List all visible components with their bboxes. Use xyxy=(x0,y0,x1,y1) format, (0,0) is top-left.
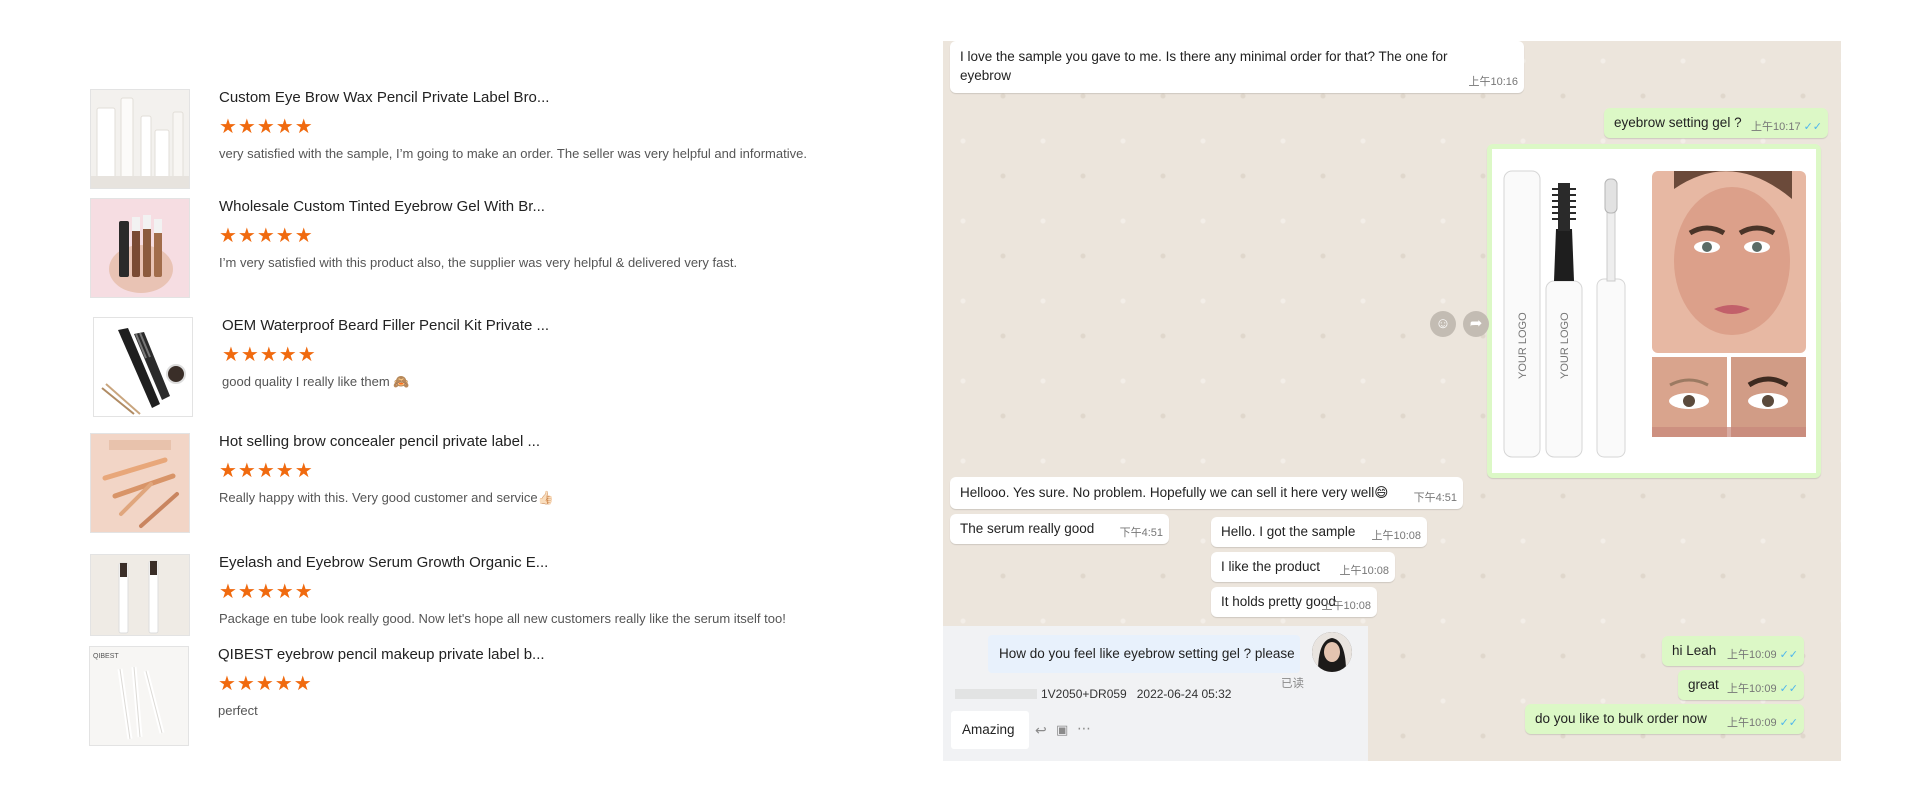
message-time: 上午10:17 ✓✓ xyxy=(1751,121,1822,133)
emoji-react-icon[interactable]: ☺ xyxy=(1430,311,1456,337)
review-item: Eyelash and Eyebrow Serum Growth Organic… xyxy=(90,554,910,636)
product-thumbnail[interactable]: QIBEST xyxy=(89,646,189,746)
rating-stars: ★★★★★ xyxy=(219,460,314,482)
message-text: It holds pretty good xyxy=(1221,594,1336,609)
message-text: eyebrow xyxy=(960,68,1012,83)
incoming-message: I love the sample you gave to me. Is the… xyxy=(950,41,1524,93)
screenshot-stage: Custom Eye Brow Wax Pencil Private Label… xyxy=(0,0,1920,800)
message-text: do you like to bulk order now xyxy=(1535,711,1707,726)
rating-stars: ★★★★★ xyxy=(219,116,314,138)
read-ticks-icon: ✓✓ xyxy=(1803,121,1822,133)
rating-stars: ★★★★★ xyxy=(222,344,317,366)
message-text: Hello. I got the sample xyxy=(1221,524,1356,539)
product-title[interactable]: OEM Waterproof Beard Filler Pencil Kit P… xyxy=(222,317,549,334)
message-text: great xyxy=(1688,677,1719,692)
product-thumbnail[interactable] xyxy=(90,89,190,189)
message-time: 下午4:51 xyxy=(1119,527,1163,539)
message-time: 上午10:09 ✓✓ xyxy=(1727,683,1798,695)
svg-text:YOUR LOGO: YOUR LOGO xyxy=(1559,312,1571,379)
incoming-message: Hello. I got the sample 上午10:08 xyxy=(1211,517,1427,547)
reply-bubble: Amazing xyxy=(951,711,1029,749)
product-title[interactable]: QIBEST eyebrow pencil makeup private lab… xyxy=(218,646,545,663)
product-thumbnail[interactable] xyxy=(90,198,190,298)
review-item: QIBEST QIBEST eyebrow pencil makeup priv… xyxy=(89,646,909,746)
message-text: hi Leah xyxy=(1672,643,1717,658)
message-text: eyebrow setting gel ? xyxy=(1614,115,1742,130)
read-ticks-icon: ✓✓ xyxy=(1779,683,1798,695)
read-ticks-icon: ✓✓ xyxy=(1779,649,1798,661)
message-time: 上午10:08 xyxy=(1321,600,1371,612)
rating-stars: ★★★★★ xyxy=(219,581,314,603)
incoming-message: Hellooo. Yes sure. No problem. Hopefully… xyxy=(950,477,1463,509)
rating-stars: ★★★★★ xyxy=(218,673,313,695)
review-text: I’m very satisfied with this product als… xyxy=(219,255,738,270)
product-thumbnail[interactable] xyxy=(90,433,190,533)
message-time: 下午4:51 xyxy=(1413,492,1457,504)
review-item: Hot selling brow concealer pencil privat… xyxy=(90,433,910,533)
message-text: How do you feel like eyebrow setting gel… xyxy=(999,646,1295,661)
review-text: good quality I really like them 🙈 xyxy=(222,374,410,389)
avatar[interactable] xyxy=(1312,632,1352,672)
outgoing-message: eyebrow setting gel ? 上午10:17 ✓✓ xyxy=(1604,108,1828,138)
product-thumbnail[interactable] xyxy=(90,554,190,636)
review-item: Custom Eye Brow Wax Pencil Private Label… xyxy=(90,89,910,189)
product-title[interactable]: Hot selling brow concealer pencil privat… xyxy=(219,433,540,450)
product-title[interactable]: Wholesale Custom Tinted Eyebrow Gel With… xyxy=(219,198,545,215)
review-text: very satisfied with the sample, I’m goin… xyxy=(219,146,807,161)
message-text: The serum really good xyxy=(960,521,1095,536)
forward-icon[interactable]: ➦ xyxy=(1463,311,1489,337)
message-time: 上午10:16 xyxy=(1468,76,1518,88)
read-ticks-icon: ✓✓ xyxy=(1779,717,1798,729)
more-options-icon[interactable]: ⋯ xyxy=(1077,720,1091,737)
product-title[interactable]: Eyelash and Eyebrow Serum Growth Organic… xyxy=(219,554,548,571)
sender-meta: 1V2050+DR059 2022-06-24 05:32 xyxy=(1041,687,1232,701)
message-text: I love the sample you gave to me. Is the… xyxy=(960,49,1448,64)
svg-text:YOUR LOGO: YOUR LOGO xyxy=(1517,312,1529,379)
read-status: 已读 xyxy=(1281,678,1304,690)
product-thumbnail[interactable] xyxy=(93,317,193,417)
redacted-sender-name xyxy=(955,689,1037,699)
message-text: I like the product xyxy=(1221,559,1321,574)
message-time: 上午10:09 ✓✓ xyxy=(1727,717,1798,729)
quote-icon[interactable]: ▣ xyxy=(1056,722,1068,738)
outgoing-message: great 上午10:09 ✓✓ xyxy=(1678,670,1804,700)
incoming-message: The serum really good 下午4:51 xyxy=(950,514,1169,544)
reply-icon[interactable]: ↩ xyxy=(1035,722,1047,739)
message-time: 上午10:08 xyxy=(1371,530,1421,542)
sent-question-bubble: How do you feel like eyebrow setting gel… xyxy=(988,635,1300,673)
product-photo: YOUR LOGO YOUR LOGO xyxy=(1492,149,1816,473)
message-text: Amazing xyxy=(962,722,1015,737)
outgoing-message: hi Leah 上午10:09 ✓✓ xyxy=(1662,636,1804,666)
review-item: Wholesale Custom Tinted Eyebrow Gel With… xyxy=(90,198,910,298)
message-time: 上午10:08 xyxy=(1339,565,1389,577)
svg-text:QIBEST: QIBEST xyxy=(93,653,119,660)
image-message[interactable]: YOUR LOGO YOUR LOGO xyxy=(1487,144,1821,478)
review-text: Really happy with this. Very good custom… xyxy=(219,490,554,505)
product-title[interactable]: Custom Eye Brow Wax Pencil Private Label… xyxy=(219,89,549,106)
review-text: perfect xyxy=(218,703,258,718)
secondary-chat-panel: How do you feel like eyebrow setting gel… xyxy=(943,626,1368,761)
chat-window: I love the sample you gave to me. Is the… xyxy=(943,41,1841,761)
outgoing-message: do you like to bulk order now 上午10:09 ✓✓ xyxy=(1525,704,1804,734)
message-text: Hellooo. Yes sure. No problem. Hopefully… xyxy=(960,485,1389,500)
review-text: Package en tube look really good. Now le… xyxy=(219,611,786,626)
rating-stars: ★★★★★ xyxy=(219,225,314,247)
incoming-message: I like the product 上午10:08 xyxy=(1211,552,1395,582)
incoming-message: It holds pretty good 上午10:08 xyxy=(1211,587,1377,617)
message-time: 上午10:09 ✓✓ xyxy=(1727,649,1798,661)
review-item: OEM Waterproof Beard Filler Pencil Kit P… xyxy=(93,317,913,417)
